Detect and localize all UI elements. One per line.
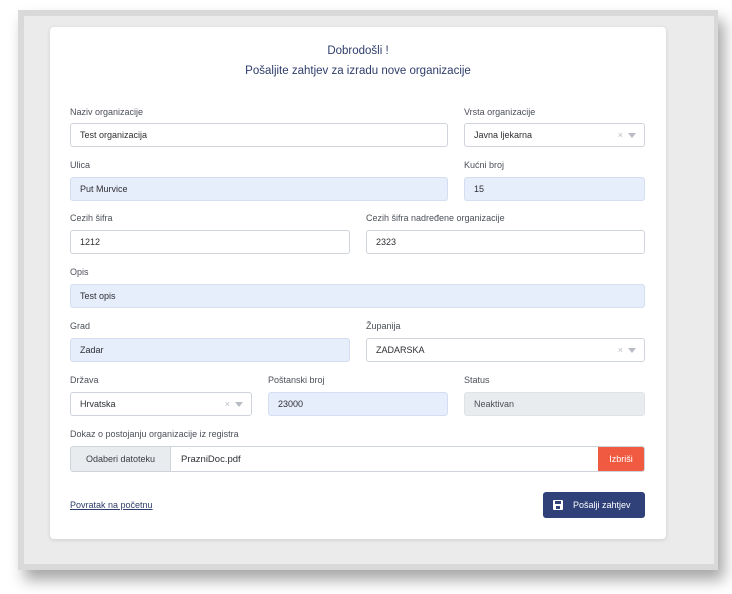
kucni-broj-input[interactable]: 15	[464, 177, 645, 201]
zupanija-value: ZADARSKA	[376, 345, 425, 355]
status-input: Neaktivan	[464, 392, 645, 416]
ulica-input[interactable]: Put Murvice	[70, 177, 448, 201]
cezih-label: Cezih šifra	[70, 213, 113, 223]
dokaz-label: Dokaz o postojanju organizacije iz regis…	[70, 429, 239, 439]
file-name: PrazniDoc.pdf	[181, 453, 241, 465]
form-subtitle: Pošaljite zahtjev za izradu nove organiz…	[245, 65, 471, 77]
choose-file-button[interactable]: Odaberi datoteku	[71, 447, 171, 471]
select-controls: ×	[225, 393, 243, 415]
select-controls: ×	[618, 124, 636, 146]
grad-label: Grad	[70, 321, 91, 331]
drzava-label: Država	[70, 375, 99, 385]
zupanija-select[interactable]: ZADARSKA ×	[366, 338, 645, 362]
naziv-input[interactable]: Test organizacija	[70, 123, 448, 147]
postanski-label: Poštanski broj	[268, 375, 325, 385]
cezih-nadredene-label: Cezih šifra nadređene organizacije	[366, 213, 505, 223]
vrsta-label: Vrsta organizacije	[464, 107, 536, 117]
cezih-input[interactable]: 1212	[70, 230, 350, 254]
save-icon	[553, 500, 563, 510]
select-controls: ×	[618, 339, 636, 361]
vrsta-value: Javna ljekarna	[474, 130, 533, 140]
drzava-value: Hrvatska	[80, 399, 116, 409]
clear-icon[interactable]: ×	[618, 345, 623, 355]
drzava-select[interactable]: Hrvatska ×	[70, 392, 252, 416]
file-upload: Odaberi datoteku PrazniDoc.pdf Izbriši	[70, 446, 645, 472]
status-label: Status	[464, 375, 490, 385]
clear-icon[interactable]: ×	[225, 399, 230, 409]
kucni-broj-label: Kućni broj	[464, 160, 505, 170]
back-home-link[interactable]: Povratak na početnu	[70, 500, 153, 510]
chevron-down-icon[interactable]	[628, 347, 636, 353]
delete-file-button[interactable]: Izbriši	[598, 447, 644, 471]
clear-icon[interactable]: ×	[618, 130, 623, 140]
chevron-down-icon[interactable]	[235, 401, 243, 407]
submit-label: Pošalji zahtjev	[573, 500, 631, 510]
cezih-nadredene-input[interactable]: 2323	[366, 230, 645, 254]
ulica-label: Ulica	[70, 160, 91, 170]
postanski-input[interactable]: 23000	[268, 392, 448, 416]
naziv-label: Naziv organizacije	[70, 107, 144, 117]
grad-input[interactable]: Zadar	[70, 338, 350, 362]
chevron-down-icon[interactable]	[628, 132, 636, 138]
opis-input[interactable]: Test opis	[70, 284, 645, 308]
submit-button[interactable]: Pošalji zahtjev	[543, 492, 645, 518]
greeting-title: Dobrodošli !	[327, 45, 389, 57]
opis-label: Opis	[70, 267, 89, 277]
registration-card: Dobrodošli ! Pošaljite zahtjev za izradu…	[50, 27, 666, 539]
zupanija-label: Županija	[366, 321, 401, 331]
vrsta-select[interactable]: Javna ljekarna ×	[464, 123, 645, 147]
